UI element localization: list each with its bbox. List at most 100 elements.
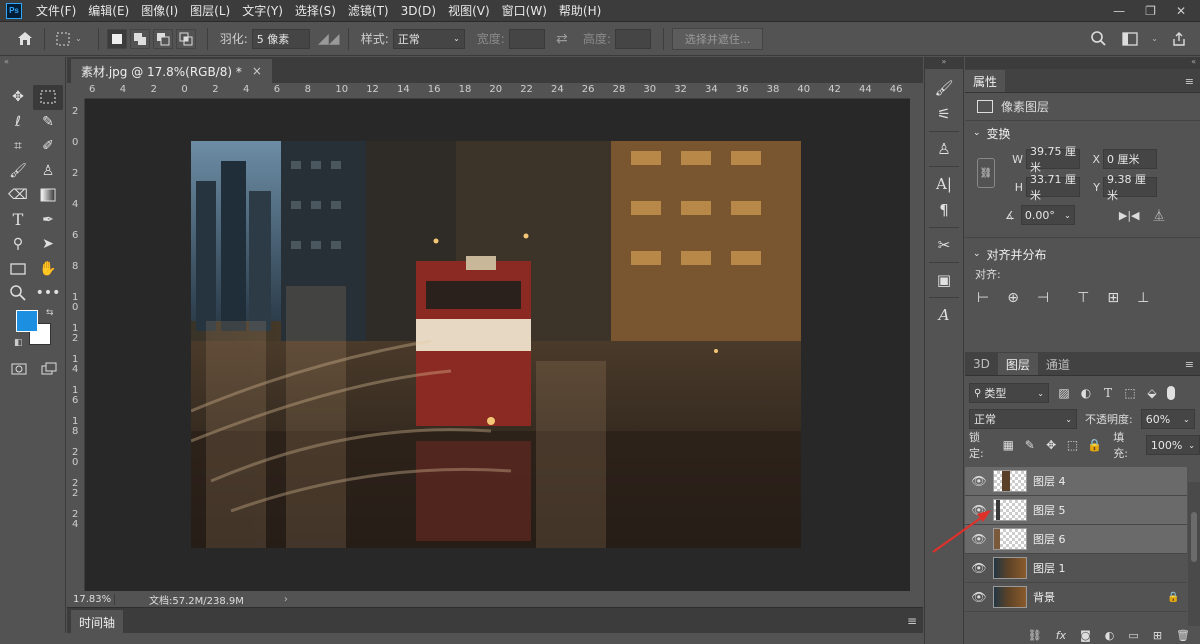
chevron-down-icon[interactable]: ⌄ xyxy=(1151,34,1158,43)
subtract-selection-icon[interactable] xyxy=(152,28,173,49)
search-icon[interactable] xyxy=(1087,28,1109,50)
restore-icon[interactable]: ❐ xyxy=(1145,4,1156,18)
link-layers-icon[interactable]: ⛓ xyxy=(1028,629,1042,642)
filter-toggle-icon[interactable] xyxy=(1167,386,1175,400)
document-size-info[interactable]: 文档:57.2M/238.9M xyxy=(149,592,244,607)
panel-menu-icon[interactable]: ≡ xyxy=(907,614,917,628)
tab-3d[interactable]: 3D xyxy=(965,353,998,375)
brush-settings-icon[interactable]: 🖌 xyxy=(925,75,963,101)
menu-filter[interactable]: 滤镜(T) xyxy=(342,0,395,22)
more-tools-icon[interactable]: ••• xyxy=(33,281,63,306)
menu-view[interactable]: 视图(V) xyxy=(442,0,496,22)
opacity-input[interactable]: 60% ⌄ xyxy=(1140,409,1195,429)
tab-timeline[interactable]: 时间轴 xyxy=(71,610,124,634)
tab-properties[interactable]: 属性 xyxy=(965,70,1006,92)
panel-menu-icon[interactable]: ≡ xyxy=(1185,75,1194,88)
menu-edit[interactable]: 编辑(E) xyxy=(82,0,135,22)
tab-channels[interactable]: 通道 xyxy=(1038,353,1078,375)
anti-alias-icon[interactable]: ◢◢ xyxy=(318,28,340,50)
menu-window[interactable]: 窗口(W) xyxy=(496,0,553,22)
foreground-color-swatch[interactable] xyxy=(16,310,38,332)
align-bottom-icon[interactable]: ⊥ xyxy=(1137,290,1149,306)
zoom-tool-icon[interactable] xyxy=(3,281,33,306)
y-field[interactable]: 9.38 厘米 xyxy=(1103,173,1157,202)
height-field[interactable]: 33.71 厘米 xyxy=(1026,173,1080,202)
swap-colors-icon[interactable]: ⇆ xyxy=(46,308,54,318)
close-window-icon[interactable]: ✕ xyxy=(1176,4,1186,18)
align-center-h-icon[interactable]: ⊕ xyxy=(1007,290,1019,306)
layers-scrollbar[interactable] xyxy=(1188,482,1200,642)
adjustment-layer-icon[interactable]: ◐ xyxy=(1105,629,1115,642)
intersect-selection-icon[interactable] xyxy=(175,28,196,49)
move-tool-icon[interactable]: ✥ xyxy=(3,85,33,110)
filter-smart-object-icon[interactable]: ⬙ xyxy=(1145,386,1159,400)
filter-type-icon[interactable]: T xyxy=(1101,386,1115,400)
quick-mask-icon[interactable] xyxy=(4,357,34,382)
trash-icon[interactable]: 🗑 xyxy=(1176,629,1190,642)
visibility-eye-icon[interactable]: 👁 xyxy=(965,474,993,488)
filter-adjustment-icon[interactable]: ◐ xyxy=(1079,386,1093,400)
lock-image-icon[interactable]: ✎ xyxy=(1023,438,1036,452)
lock-icon[interactable]: 🔒 xyxy=(1167,592,1187,603)
marquee-preset-icon[interactable] xyxy=(53,28,75,50)
style-select[interactable]: 正常 ⌄ xyxy=(392,28,465,49)
layer-name[interactable]: 图层 6 xyxy=(1033,531,1187,547)
fill-input[interactable]: 100% ⌄ xyxy=(1145,435,1200,455)
character-panel-icon[interactable]: A| xyxy=(925,171,963,197)
align-top-icon[interactable]: ⊤ xyxy=(1077,290,1089,306)
layer-item[interactable]: 👁 图层 6 xyxy=(965,525,1187,554)
minimize-icon[interactable]: — xyxy=(1113,4,1125,18)
layer-name[interactable]: 图层 4 xyxy=(1033,473,1187,489)
workspace-icon[interactable] xyxy=(1119,28,1141,50)
menu-file[interactable]: 文件(F) xyxy=(30,0,82,22)
align-right-icon[interactable]: ⊣ xyxy=(1037,290,1049,306)
feather-input[interactable]: 5 像素 xyxy=(251,28,310,49)
width-input[interactable] xyxy=(508,28,545,49)
lock-position-icon[interactable]: ✥ xyxy=(1044,438,1057,452)
rectangular-marquee-tool-icon[interactable] xyxy=(33,85,63,110)
lock-transparent-icon[interactable]: ▦ xyxy=(1002,438,1015,452)
pen-tool-icon[interactable]: ✒ xyxy=(33,208,63,233)
document-image[interactable] xyxy=(191,141,801,548)
type-tool-icon[interactable]: T xyxy=(3,208,33,233)
clone-source-icon[interactable]: ♙ xyxy=(925,136,963,162)
lock-artboard-icon[interactable]: ⬚ xyxy=(1066,438,1079,452)
layer-item[interactable]: 👁 背景 🔒 xyxy=(965,583,1187,612)
transform-section-header[interactable]: ⌄ 变换 xyxy=(965,121,1200,145)
collapse-icon[interactable]: « xyxy=(965,57,1200,69)
document-tab[interactable]: 素材.jpg @ 17.8%(RGB/8) * × xyxy=(71,59,272,83)
menu-type[interactable]: 文字(Y) xyxy=(236,0,289,22)
layer-name[interactable]: 背景 xyxy=(1033,589,1167,605)
x-field[interactable]: 0 厘米 xyxy=(1103,149,1157,169)
collapse-icon[interactable]: « xyxy=(0,57,65,67)
chevron-down-icon[interactable]: ⌄ xyxy=(75,34,82,43)
add-selection-icon[interactable] xyxy=(129,28,150,49)
height-input[interactable] xyxy=(614,28,651,49)
zoom-level[interactable]: 17.83% xyxy=(67,593,115,605)
tools-preset-icon[interactable]: ✂ xyxy=(925,232,963,258)
canvas-scrollbar[interactable] xyxy=(910,83,923,591)
quick-selection-tool-icon[interactable]: ✎ xyxy=(33,110,63,135)
layer-item[interactable]: 👁 图层 4 xyxy=(965,467,1187,496)
select-and-mask-button[interactable]: 选择并遮住... xyxy=(671,27,764,50)
folder-icon[interactable]: ▭ xyxy=(1128,629,1138,642)
flip-vertical-icon[interactable]: ⏅ xyxy=(1154,207,1165,223)
stamp-tool-icon[interactable]: ♙ xyxy=(33,159,63,184)
link-icon[interactable]: ⛓ xyxy=(977,158,995,188)
visibility-eye-icon[interactable]: 👁 xyxy=(965,561,993,575)
menu-3d[interactable]: 3D(D) xyxy=(395,0,442,22)
crop-tool-icon[interactable]: ⌗ xyxy=(3,134,33,159)
angle-field[interactable]: 0.00° ⌄ xyxy=(1020,205,1075,225)
visibility-eye-icon[interactable]: 👁 xyxy=(965,590,993,604)
fx-icon[interactable]: fx xyxy=(1056,629,1066,642)
flip-horizontal-icon[interactable]: ▶|◀ xyxy=(1119,209,1140,222)
tab-layers[interactable]: 图层 xyxy=(997,353,1038,375)
default-colors-icon[interactable]: ◧ xyxy=(14,338,23,348)
layer-item[interactable]: 👁 图层 5 xyxy=(965,496,1187,525)
adjustments-sliders-icon[interactable]: ⚟ xyxy=(925,101,963,127)
dodge-tool-icon[interactable]: ⚲ xyxy=(3,232,33,257)
layer-name[interactable]: 图层 1 xyxy=(1033,560,1187,576)
navigator-icon[interactable]: ▣ xyxy=(925,267,963,293)
screen-mode-icon[interactable] xyxy=(34,357,64,382)
filter-pixel-icon[interactable]: ▨ xyxy=(1057,386,1071,400)
